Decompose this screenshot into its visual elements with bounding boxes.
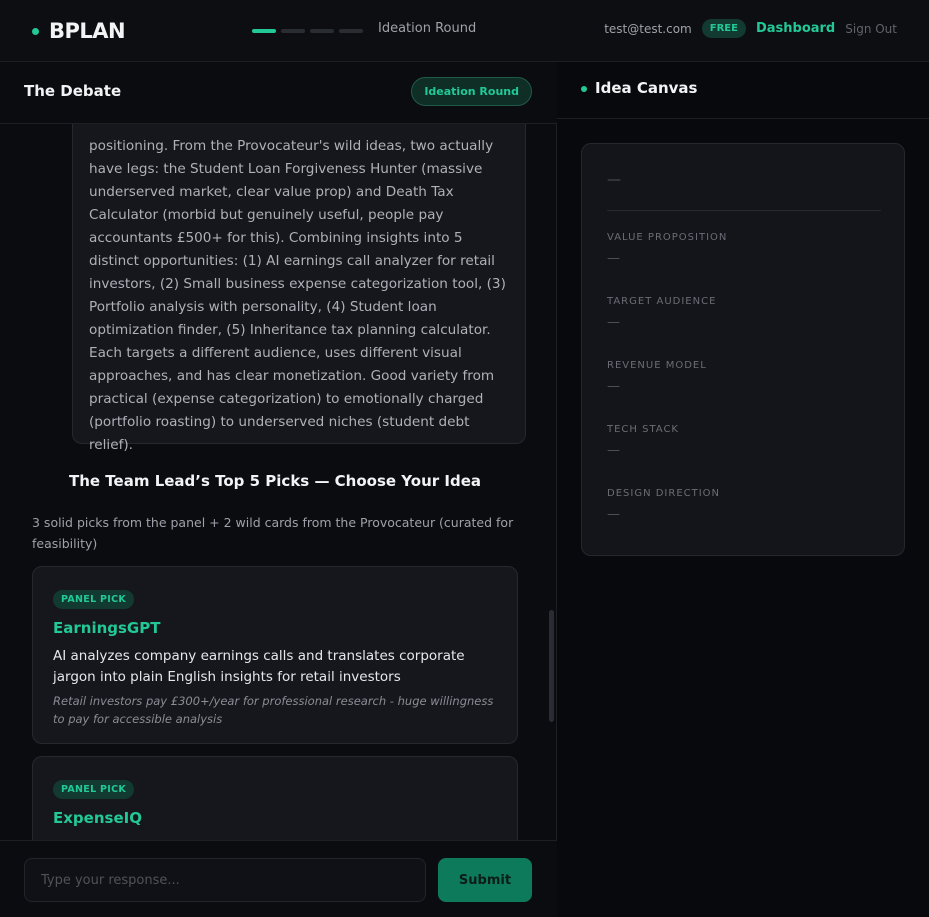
debate-scroll-area[interactable]: positioning. From the Provocateur's wild… xyxy=(0,124,557,840)
submit-button[interactable]: Submit xyxy=(438,858,532,902)
brand-dot-icon xyxy=(32,27,39,35)
progress-step-4 xyxy=(339,29,363,33)
field-value-proposition: VALUE PROPOSITION — xyxy=(607,232,881,266)
divider xyxy=(607,210,881,211)
pick-name: EarningsGPT xyxy=(53,619,161,637)
field-target-audience: TARGET AUDIENCE — xyxy=(607,296,881,330)
sign-out-link[interactable]: Sign Out xyxy=(845,22,897,36)
field-revenue-model: REVENUE MODEL — xyxy=(607,360,881,394)
debate-panel: The Debate Ideation Round positioning. F… xyxy=(0,62,557,917)
message-text: positioning. From the Provocateur's wild… xyxy=(89,138,506,453)
field-value: — xyxy=(607,507,620,522)
progress-step-2 xyxy=(281,29,305,33)
field-label: DESIGN DIRECTION xyxy=(607,488,721,499)
field-value: — xyxy=(607,443,620,458)
field-label: TECH STACK xyxy=(607,424,679,435)
progress-step-3 xyxy=(310,29,334,33)
user-area: test@test.com FREE Dashboard Sign Out xyxy=(604,19,897,38)
pick-card-earningsgpt[interactable]: PANEL PICK EarningsGPT AI analyzes compa… xyxy=(32,566,518,744)
panel-pick-badge: PANEL PICK xyxy=(53,590,135,609)
pick-name: ExpenseIQ xyxy=(53,809,142,827)
scrollbar-thumb[interactable] xyxy=(549,610,554,722)
status-dot-icon xyxy=(581,86,587,92)
message-card: positioning. From the Provocateur's wild… xyxy=(72,124,526,453)
response-input[interactable] xyxy=(24,858,426,902)
debate-title: The Debate xyxy=(24,82,122,100)
idea-canvas-header: Idea Canvas xyxy=(557,62,929,119)
picks-heading: The Team Lead’s Top 5 Picks — Choose You… xyxy=(69,472,481,490)
top-bar: BPLAN Ideation Round test@test.com FREE … xyxy=(0,0,929,62)
pick-description: AI analyzes company earnings calls and t… xyxy=(53,648,465,685)
round-chip: Ideation Round xyxy=(411,77,532,106)
field-label: VALUE PROPOSITION xyxy=(607,232,728,243)
dashboard-link[interactable]: Dashboard xyxy=(756,21,835,36)
picks-subtitle: 3 solid picks from the panel + 2 wild ca… xyxy=(32,515,514,551)
response-composer: Submit xyxy=(0,840,557,917)
idea-canvas-title: Idea Canvas xyxy=(595,79,698,97)
field-value: — xyxy=(607,379,620,394)
user-email: test@test.com xyxy=(604,21,692,36)
progress-step-1 xyxy=(252,29,276,33)
field-label: REVENUE MODEL xyxy=(607,360,707,371)
field-design-direction: DESIGN DIRECTION — xyxy=(607,488,881,522)
brand-logo[interactable]: BPLAN xyxy=(32,16,126,46)
field-label: TARGET AUDIENCE xyxy=(607,296,717,307)
field-value: — xyxy=(607,315,620,330)
pick-note: Retail investors pay £300+/year for prof… xyxy=(53,694,494,726)
pick-card-expenseiq[interactable]: PANEL PICK ExpenseIQ xyxy=(32,756,518,840)
idea-canvas-card: — VALUE PROPOSITION — TARGET AUDIENCE — … xyxy=(581,143,905,556)
field-tech-stack: TECH STACK — xyxy=(607,424,881,458)
round-progress xyxy=(252,29,363,33)
idea-canvas-panel: Idea Canvas — VALUE PROPOSITION — TARGET… xyxy=(557,62,929,917)
brand-name: BPLAN xyxy=(49,19,126,43)
idea-name: — xyxy=(607,172,621,188)
debate-header: The Debate Ideation Round xyxy=(0,62,557,124)
plan-badge: FREE xyxy=(701,19,746,38)
round-label: Ideation Round xyxy=(378,21,477,36)
field-value: — xyxy=(607,251,620,266)
panel-pick-badge: PANEL PICK xyxy=(53,780,135,799)
